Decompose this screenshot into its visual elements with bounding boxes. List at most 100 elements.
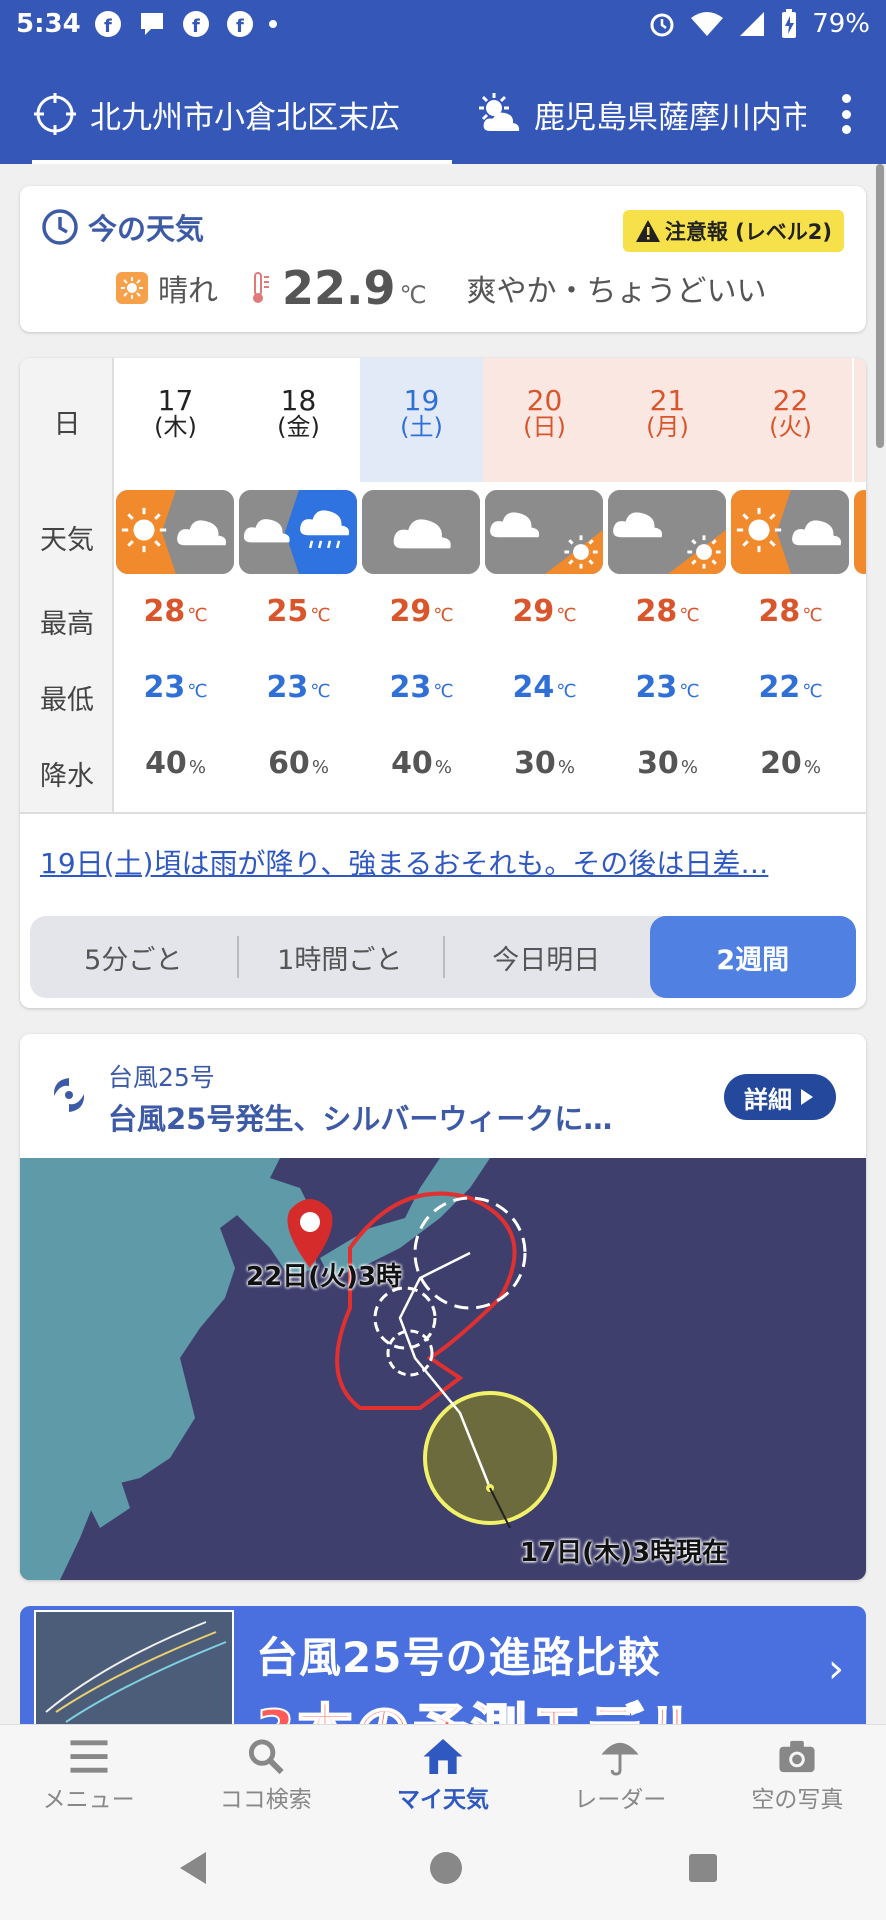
nav-my-weather[interactable]: マイ天気 — [354, 1725, 531, 1814]
play-arrow-icon — [801, 1089, 813, 1105]
tab-location-1-label: 北九州市小倉北区末広 — [90, 99, 400, 136]
low-temp: 23 ℃ — [266, 670, 331, 705]
current-weather-card[interactable]: 今の天気 注意報 (レベル2) 晴れ 22.9 ℃ 爽やか・ちょうどいい — [20, 186, 866, 332]
clock-icon — [42, 209, 78, 245]
nav-my-weather-label: マイ天気 — [397, 1787, 489, 1813]
forecast-day-column-partial — [852, 358, 866, 814]
row-label-precip: 降水 — [40, 761, 94, 792]
banner-subtitle: 3本の予測モデル — [255, 1686, 703, 1726]
home-icon — [423, 1738, 463, 1775]
current-condition: 晴れ — [158, 274, 218, 309]
day-header: 22 (火) — [729, 358, 852, 482]
day-weekday: (火) — [769, 413, 812, 441]
weather-icon — [239, 490, 357, 574]
home-button-icon — [430, 1852, 462, 1884]
day-date: 19 — [403, 384, 440, 417]
forecast-day-column[interactable]: 17 (木) 28 ℃ 23 ℃ 40% — [114, 358, 237, 814]
high-temp: 29 ℃ — [389, 594, 454, 629]
tab-5min[interactable]: 5分ごと — [30, 916, 237, 998]
tab-location-2[interactable]: 鹿児島県薩摩川内市 — [476, 64, 806, 164]
nav-sky-photo[interactable]: 空の写真 — [709, 1725, 886, 1814]
typhoon-track-map — [20, 1158, 557, 1580]
precip-chance: 40% — [391, 746, 452, 781]
weather-icon — [731, 490, 849, 574]
typhoon-map[interactable]: 22日(火)3時 17日(木)3時現在 — [20, 1158, 866, 1580]
location-tabs: 北九州市小倉北区末広 鹿児島県薩摩川内市 — [0, 64, 886, 164]
typhoon-label: 台風25号 — [108, 1063, 215, 1092]
weather-icon — [485, 490, 603, 574]
active-tab-indicator — [32, 160, 452, 164]
divider — [20, 812, 866, 814]
nav-search[interactable]: ココ検索 — [177, 1725, 354, 1814]
nav-menu-label: メニュー — [42, 1787, 135, 1813]
facebook-icon: f — [182, 11, 209, 37]
day-header: 18 (金) — [237, 358, 360, 482]
forecast-day-column[interactable]: 20 (日) 29 ℃ 24 ℃ 30% — [483, 358, 606, 814]
more-vert-icon[interactable] — [840, 94, 852, 134]
day-weekday: (金) — [277, 413, 320, 441]
tab-today-tomorrow[interactable]: 今日明日 — [443, 916, 650, 998]
status-bar: 5:34 f f f 79% — [0, 0, 886, 48]
nav-radar-label: レーダー — [574, 1787, 667, 1813]
day-date: 17 — [157, 384, 194, 417]
day-date: 18 — [280, 384, 317, 417]
nav-sky-photo-label: 空の写真 — [751, 1787, 844, 1813]
banner-thumbnail — [34, 1610, 234, 1726]
bottom-navigation: メニュー ココ検索 マイ天気 レーダー 空の写真 — [0, 1724, 886, 1814]
forecast-row-labels: 日 天気 最高 最低 降水 — [20, 358, 114, 814]
back-icon — [180, 1852, 206, 1884]
low-temp: 23 ℃ — [143, 670, 208, 705]
tab-location-1[interactable]: 北九州市小倉北区末広 — [32, 64, 452, 164]
alarm-icon — [650, 13, 674, 37]
app-header: 5:34 f f f 79% 北九州市小倉北区末広 鹿児島県薩摩川内市 — [0, 0, 886, 164]
recents-icon — [689, 1854, 717, 1882]
forecast-summary-link[interactable]: 19日(土)頃は雨が降り、強まるおそれも。その後は日差… — [40, 842, 850, 882]
day-date: 20 — [526, 384, 563, 417]
nav-search-label: ココ検索 — [219, 1787, 312, 1813]
row-label-day: 日 — [53, 409, 81, 440]
day-date: 22 — [772, 384, 809, 417]
svg-text:f: f — [104, 16, 112, 37]
notification-dot-icon — [268, 20, 277, 28]
precip-chance: 40% — [145, 746, 206, 781]
search-icon — [248, 1739, 284, 1775]
row-label-high: 最高 — [40, 609, 94, 640]
day-header: 20 (日) — [483, 358, 606, 482]
day-weekday: (日) — [523, 413, 566, 441]
forecast-day-column[interactable]: 22 (火) 28 ℃ 22 ℃ 20% — [729, 358, 852, 814]
typhoon-headline[interactable]: 台風25号発生、シルバーウィークに… — [108, 1096, 718, 1138]
tab-2weeks[interactable]: 2週間 — [649, 916, 856, 998]
warning-icon — [635, 220, 660, 242]
wifi-icon — [691, 12, 724, 36]
day-weekday: (木) — [154, 413, 197, 441]
day-weekday: (月) — [646, 413, 689, 441]
current-temp-unit: ℃ — [399, 281, 427, 309]
forecast-day-column[interactable]: 18 (金) 25 ℃ 23 ℃ 60% — [237, 358, 360, 814]
low-temp: 23 ℃ — [389, 670, 454, 705]
forecast-time-label: 22日(火)3時 — [246, 1262, 403, 1292]
low-temp: 23 ℃ — [635, 670, 700, 705]
signal-icon — [740, 12, 765, 36]
nav-menu[interactable]: メニュー — [0, 1725, 177, 1814]
typhoon-card[interactable]: 台風25号 台風25号発生、シルバーウィークに… 詳細 22日(火)3時 17日… — [20, 1034, 866, 1580]
detail-button[interactable]: 詳細 — [724, 1074, 836, 1120]
battery-percent: 79% — [812, 9, 870, 39]
facebook-icon: f — [226, 11, 253, 37]
current-time-label: 17日(木)3時現在 — [520, 1538, 729, 1568]
banner-title: 台風25号の進路比較 — [256, 1633, 661, 1682]
tab-1hour[interactable]: 1時間ごと — [236, 916, 444, 998]
current-temp: 22.9 — [282, 261, 396, 315]
forecast-day-column[interactable]: 21 (月) 28 ℃ 23 ℃ 30% — [606, 358, 729, 814]
forecast-range-tabs: 5分ごと 1時間ごと 今日明日 2週間 — [30, 916, 856, 998]
day-header: 19 (土) — [360, 358, 483, 482]
status-time: 5:34 — [16, 9, 81, 39]
chevron-right-icon: › — [828, 1646, 844, 1692]
scrollbar[interactable] — [876, 164, 884, 448]
sun-icon — [116, 272, 148, 304]
warning-badge[interactable]: 注意報 (レベル2) — [622, 210, 844, 252]
current-weather-row: 晴れ 22.9 ℃ 爽やか・ちょうどいい — [116, 258, 766, 318]
nav-radar[interactable]: レーダー — [532, 1725, 709, 1814]
forecast-day-column[interactable]: 19 (土) 29 ℃ 23 ℃ 40% — [360, 358, 483, 814]
thermometer-icon — [253, 272, 269, 303]
typhoon-comparison-banner[interactable]: 台風25号の進路比較 3本の予測モデル › — [20, 1606, 866, 1726]
